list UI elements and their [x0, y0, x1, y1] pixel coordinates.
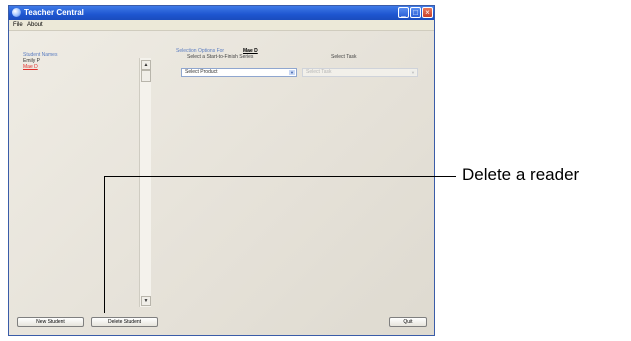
close-icon[interactable]: ×: [422, 7, 433, 18]
delete-student-button[interactable]: Delete Student: [91, 317, 158, 327]
dropdown-arrow-icon: ▼: [410, 70, 416, 75]
title-bar[interactable]: Teacher Central _ □ ×: [9, 6, 434, 20]
series-label: Select a Start-to-Finish Series: [187, 54, 254, 60]
menu-bar: File About: [9, 20, 434, 31]
minimize-icon[interactable]: _: [398, 7, 409, 18]
callout-line-vertical: [104, 176, 105, 313]
new-student-button[interactable]: New Student: [17, 317, 84, 327]
callout-line-horizontal: [104, 176, 456, 177]
menu-about[interactable]: About: [27, 20, 43, 30]
menu-file[interactable]: File: [13, 20, 23, 30]
scroll-up-arrow-icon[interactable]: ▲: [141, 60, 151, 70]
student-list-scrollbar[interactable]: ▲ ▼: [139, 58, 151, 307]
dropdown-arrow-icon[interactable]: ▼: [289, 70, 295, 75]
maximize-icon[interactable]: □: [410, 7, 421, 18]
scroll-down-arrow-icon[interactable]: ▼: [141, 296, 151, 306]
task-label: Select Task: [331, 54, 357, 60]
quit-button[interactable]: Quit: [389, 317, 427, 327]
callout-label: Delete a reader: [462, 165, 580, 184]
select-product-value: Select Product: [185, 69, 218, 75]
teacher-central-window: Teacher Central _ □ × File About Student…: [8, 5, 435, 336]
app-icon: [12, 8, 21, 17]
select-task-dropdown: Select Task ▼: [302, 68, 418, 77]
student-item-mae-selected[interactable]: Mae D: [23, 64, 38, 71]
select-product-dropdown[interactable]: Select Product ▼: [181, 68, 297, 77]
window-title: Teacher Central: [24, 8, 84, 17]
scroll-thumb[interactable]: [141, 70, 151, 82]
main-panel: Student Names Emily P Mae D ▲ ▼ Selectio…: [9, 31, 434, 335]
select-task-value: Select Task: [306, 69, 332, 75]
